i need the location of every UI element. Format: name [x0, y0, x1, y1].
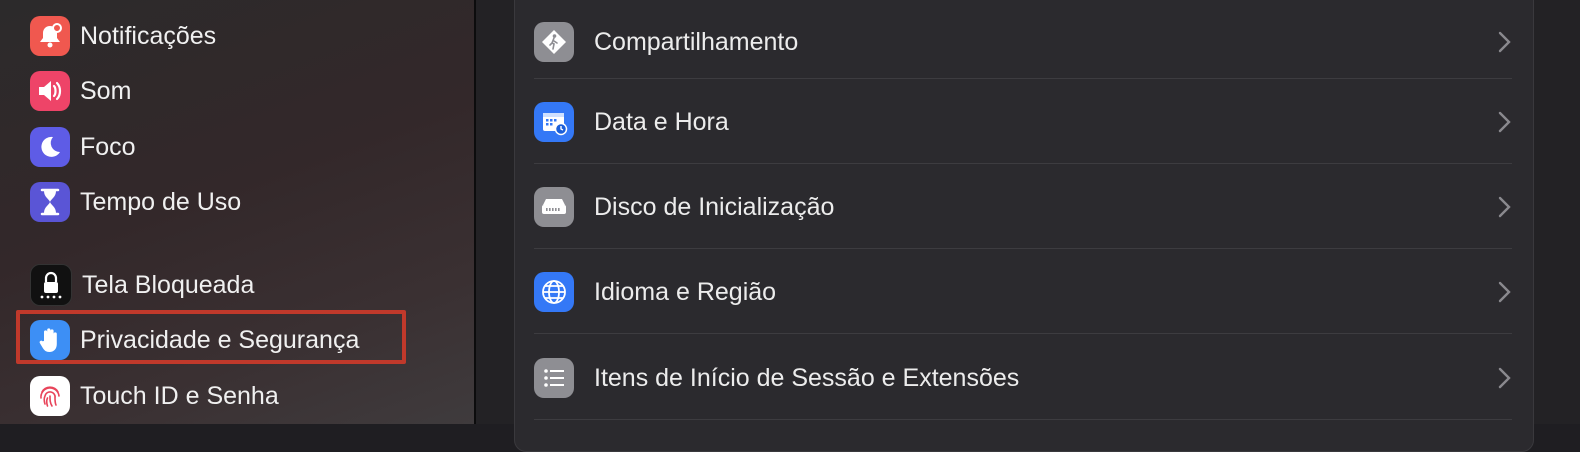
sharing-icon	[534, 22, 574, 62]
row-separator	[534, 78, 1512, 79]
moon-icon	[30, 127, 70, 167]
row-separator	[534, 248, 1512, 249]
sidebar-item-label: Som	[80, 76, 132, 105]
sidebar-item-tempo-de-uso[interactable]: Tempo de Uso	[30, 182, 450, 222]
row-label: Itens de Início de Sessão e Extensões	[594, 363, 1020, 392]
row-idioma-e-regiao[interactable]: Idioma e Região	[514, 250, 1532, 334]
sidebar-item-label: Privacidade e Segurança	[80, 325, 360, 354]
row-separator	[534, 419, 1512, 420]
row-itens-de-inicio-de-sessao[interactable]: Itens de Início de Sessão e Extensões	[514, 336, 1532, 420]
chevron-right-icon	[1498, 31, 1511, 53]
speaker-icon	[30, 71, 70, 111]
row-label: Data e Hora	[594, 107, 729, 136]
sidebar-item-som[interactable]: Som	[30, 71, 450, 111]
sidebar-item-label: Touch ID e Senha	[80, 381, 279, 410]
row-compartilhamento[interactable]: Compartilhamento	[514, 0, 1532, 84]
sidebar-item-label: Notificações	[80, 21, 217, 50]
row-separator	[534, 163, 1512, 164]
sidebar-item-touch-id-e-senha[interactable]: Touch ID e Senha	[30, 376, 450, 416]
sidebar-item-label: Tempo de Uso	[80, 187, 242, 216]
sidebar-item-foco[interactable]: Foco	[30, 127, 450, 167]
sidebar-item-privacidade-e-seguranca[interactable]: Privacidade e Segurança	[30, 320, 450, 360]
sidebar-item-notificacoes[interactable]: Notificações	[30, 16, 450, 56]
row-label: Compartilhamento	[594, 27, 799, 56]
fingerprint-icon	[30, 376, 70, 416]
chevron-right-icon	[1498, 196, 1511, 218]
hand-icon	[30, 320, 70, 360]
sidebar-item-label: Foco	[80, 132, 136, 161]
globe-icon	[534, 272, 574, 312]
bell-badge-icon	[30, 16, 70, 56]
chevron-right-icon	[1498, 281, 1511, 303]
row-data-e-hora[interactable]: Data e Hora	[514, 80, 1532, 164]
row-label: Disco de Inicialização	[594, 192, 835, 221]
sidebar-item-label: Tela Bloqueada	[82, 270, 255, 299]
hourglass-icon	[30, 182, 70, 222]
disk-icon	[534, 187, 574, 227]
lock-icon	[30, 264, 72, 306]
row-separator	[534, 333, 1512, 334]
row-label: Idioma e Região	[594, 277, 777, 306]
sidebar: Notificações Som Foco Tempo de Uso Tela …	[0, 0, 474, 424]
calendar-clock-icon	[534, 102, 574, 142]
chevron-right-icon	[1498, 367, 1511, 389]
sidebar-item-tela-bloqueada[interactable]: Tela Bloqueada	[30, 264, 450, 306]
chevron-right-icon	[1498, 111, 1511, 133]
list-icon	[534, 358, 574, 398]
row-disco-de-inicializacao[interactable]: Disco de Inicialização	[514, 165, 1532, 249]
